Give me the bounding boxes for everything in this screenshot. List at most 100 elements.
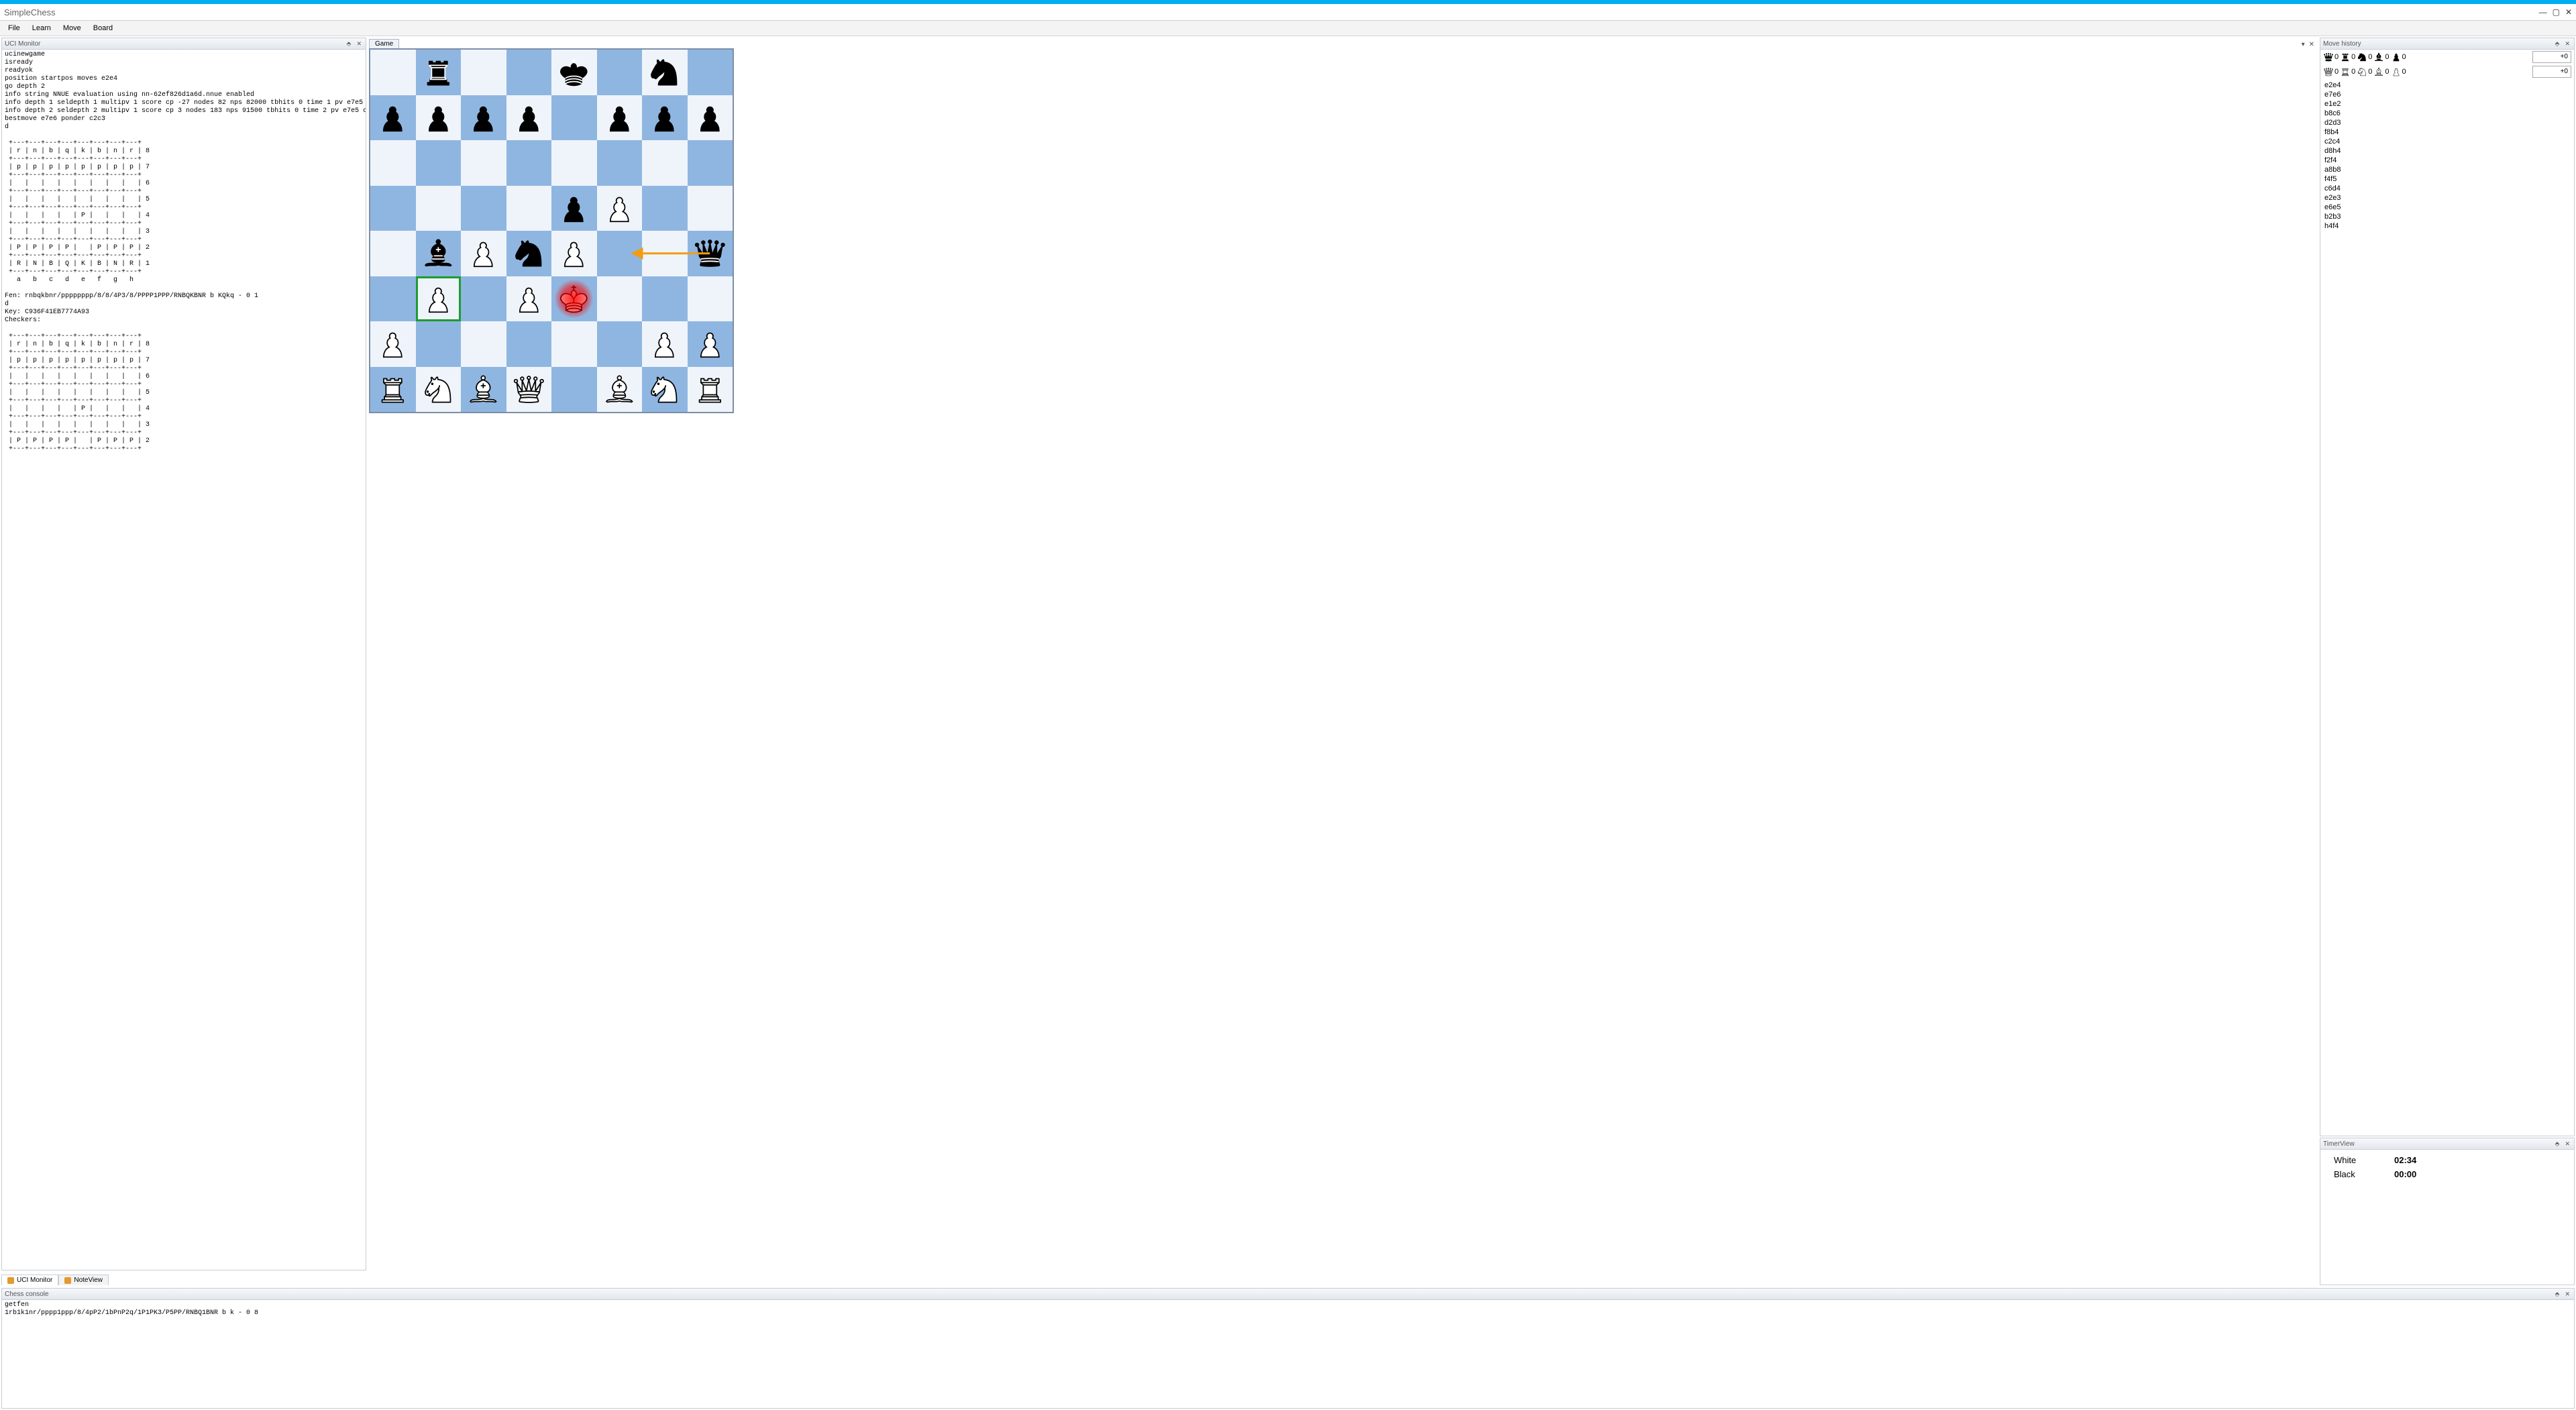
menu-board[interactable]: Board [88,23,118,34]
black-pawn-icon[interactable] [556,191,592,226]
square-f1[interactable] [597,367,643,413]
black-king-icon[interactable] [556,54,592,90]
console-panel-header[interactable]: Chess console ⬘ ✕ [1,1288,2575,1300]
square-g5[interactable] [642,186,688,231]
black-pawn-icon[interactable] [692,100,728,135]
square-f4[interactable] [597,231,643,276]
square-a6[interactable] [370,140,416,186]
square-f7[interactable] [597,95,643,141]
move-item[interactable]: f8b4 [2324,127,2570,137]
white-pawn-icon[interactable] [421,281,456,317]
black-pawn-icon[interactable] [375,100,411,135]
white-knight-icon[interactable] [421,372,456,407]
square-d1[interactable] [506,367,552,413]
square-c2[interactable] [461,321,506,367]
square-b6[interactable] [416,140,462,186]
move-item[interactable]: c6d4 [2324,184,2570,193]
square-g1[interactable] [642,367,688,413]
movehist-panel-header[interactable]: Move history ⬘ ✕ [2320,38,2575,50]
menu-learn[interactable]: Learn [27,23,56,34]
square-f5[interactable] [597,186,643,231]
square-a8[interactable] [370,50,416,95]
square-g7[interactable] [642,95,688,141]
move-item[interactable]: a8b8 [2324,165,2570,174]
move-item[interactable]: e2e4 [2324,80,2570,90]
square-c1[interactable] [461,367,506,413]
menu-move[interactable]: Move [58,23,87,34]
square-c7[interactable] [461,95,506,141]
square-a4[interactable] [370,231,416,276]
square-c4[interactable] [461,231,506,276]
square-a3[interactable] [370,276,416,322]
square-d6[interactable] [506,140,552,186]
pin-icon[interactable]: ⬘ [2554,40,2561,48]
maximize-button[interactable]: ▢ [2553,7,2560,17]
square-a2[interactable] [370,321,416,367]
pin-icon[interactable]: ⬘ [345,40,353,48]
white-rook-icon[interactable] [375,372,411,407]
square-e1[interactable] [551,367,597,413]
white-pawn-icon[interactable] [602,191,637,226]
move-item[interactable]: f2f4 [2324,156,2570,165]
close-button[interactable]: ✕ [2565,7,2572,17]
black-pawn-icon[interactable] [511,100,547,135]
white-pawn-icon[interactable] [466,235,501,271]
move-item[interactable]: c2c4 [2324,137,2570,146]
square-f8[interactable] [597,50,643,95]
square-c6[interactable] [461,140,506,186]
square-b4[interactable] [416,231,462,276]
move-item[interactable]: e6e5 [2324,203,2570,212]
white-bishop-icon[interactable] [466,372,501,407]
move-list[interactable]: e2e4e7e6e1e2b8c6d2d3f8b4c2c4d8h4f2f4a8b8… [2320,79,2574,232]
square-b1[interactable] [416,367,462,413]
close-icon[interactable]: ✕ [2563,40,2571,48]
white-pawn-icon[interactable] [375,326,411,362]
pin-icon[interactable]: ⬘ [2554,1140,2561,1148]
square-e5[interactable] [551,186,597,231]
pin-icon[interactable]: ⬘ [2554,1291,2561,1298]
square-c5[interactable] [461,186,506,231]
square-g8[interactable] [642,50,688,95]
square-f6[interactable] [597,140,643,186]
white-knight-icon[interactable] [647,372,682,407]
white-queen-icon[interactable] [511,372,547,407]
move-item[interactable]: d2d3 [2324,118,2570,127]
square-h8[interactable] [688,50,733,95]
square-d8[interactable] [506,50,552,95]
square-b2[interactable] [416,321,462,367]
black-pawn-icon[interactable] [466,100,501,135]
white-pawn-icon[interactable] [692,326,728,362]
white-pawn-icon[interactable] [647,326,682,362]
white-pawn-icon[interactable] [511,281,547,317]
black-pawn-icon[interactable] [421,100,456,135]
black-knight-icon[interactable] [647,54,682,90]
white-bishop-icon[interactable] [602,372,637,407]
close-icon[interactable]: ✕ [2563,1140,2571,1148]
uci-panel-header[interactable]: UCI Monitor ⬘ ✕ [1,38,366,50]
square-a1[interactable] [370,367,416,413]
move-item[interactable]: d8h4 [2324,146,2570,156]
square-h3[interactable] [688,276,733,322]
black-pawn-icon[interactable] [647,100,682,135]
move-item[interactable]: f4f5 [2324,174,2570,184]
square-h1[interactable] [688,367,733,413]
square-b8[interactable] [416,50,462,95]
square-h5[interactable] [688,186,733,231]
square-d7[interactable] [506,95,552,141]
move-item[interactable]: b8c6 [2324,109,2570,118]
square-c8[interactable] [461,50,506,95]
square-d4[interactable] [506,231,552,276]
square-h7[interactable] [688,95,733,141]
square-h4[interactable] [688,231,733,276]
game-close-icon[interactable]: ✕ [2309,41,2314,48]
square-d3[interactable] [506,276,552,322]
square-g4[interactable] [642,231,688,276]
timer-panel-header[interactable]: TimerView ⬘ ✕ [2320,1138,2575,1150]
square-b7[interactable] [416,95,462,141]
square-a7[interactable] [370,95,416,141]
close-icon[interactable]: ✕ [355,40,363,48]
black-rook-icon[interactable] [421,54,456,90]
game-dropdown-icon[interactable]: ▾ [2302,41,2305,48]
square-g6[interactable] [642,140,688,186]
chess-board[interactable] [369,48,734,413]
